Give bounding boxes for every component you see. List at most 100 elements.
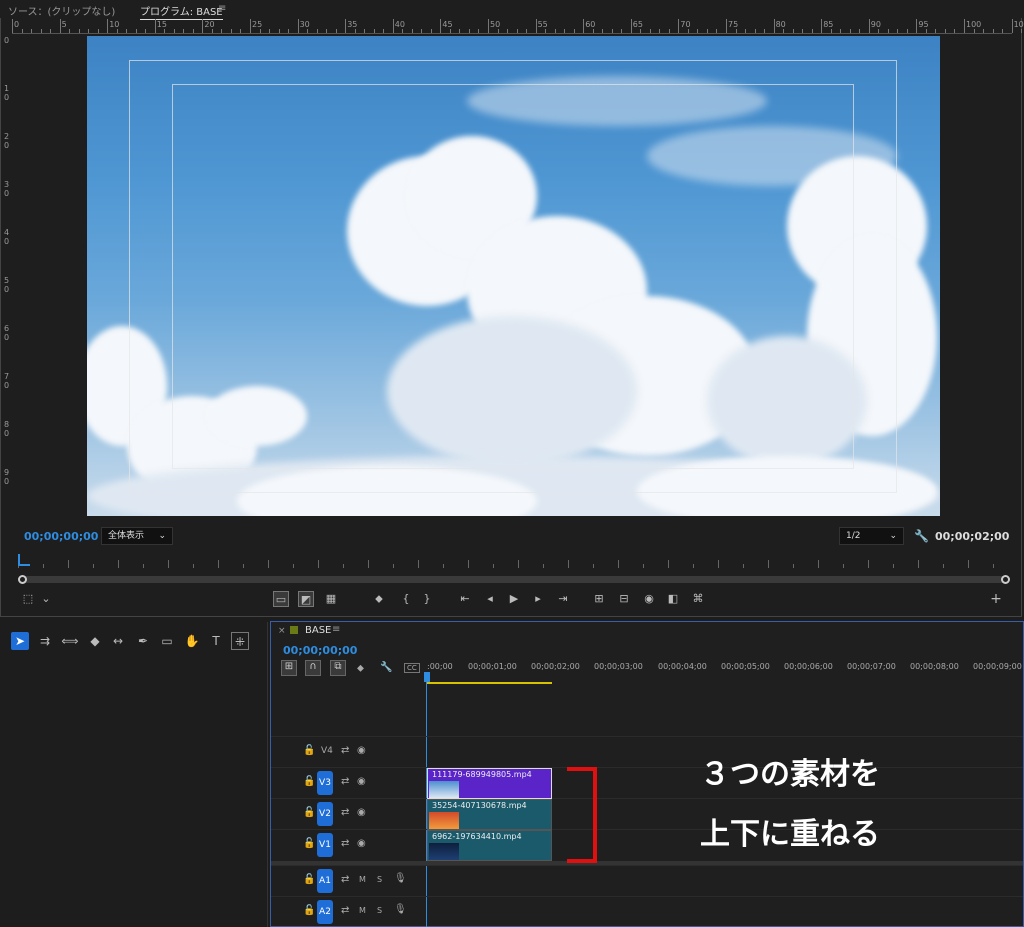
wrench-icon[interactable]: 🔧 <box>380 662 392 673</box>
ruler-tick <box>468 560 469 568</box>
track-label[interactable]: V1 <box>317 833 333 857</box>
mark-out-icon[interactable]: } <box>419 591 435 607</box>
timeline-ruler[interactable]: :00;00 00;00;01;00 00;00;02;00 00;00;03;… <box>427 662 1023 686</box>
step-forward-icon[interactable]: ▸ <box>530 591 546 607</box>
ruler-tick <box>992 29 994 33</box>
ruler-tick <box>118 560 119 568</box>
step-back-icon[interactable]: ◂ <box>482 591 498 607</box>
lock-icon[interactable]: 🔓 <box>303 807 315 818</box>
eye-icon[interactable]: ◉ <box>357 745 366 756</box>
hand-tool-icon[interactable]: ✋ <box>183 632 201 650</box>
rectangle-tool-icon[interactable]: ▭ <box>158 632 176 650</box>
go-to-out-icon[interactable]: ⇥ <box>555 591 571 607</box>
mark-in-icon[interactable]: { <box>398 591 414 607</box>
track-label[interactable]: A1 <box>317 869 333 893</box>
ruler-tick <box>343 564 344 568</box>
snap-icon[interactable]: ∩ <box>305 660 321 676</box>
lift-icon[interactable]: ⊞ <box>591 591 607 607</box>
timeline-timecode[interactable]: 00;00;00;00 <box>283 644 357 657</box>
microphone-icon[interactable]: 🎙 <box>394 873 407 884</box>
playhead-timecode[interactable]: 00;00;00;00 <box>24 530 98 543</box>
ruler-tick <box>611 29 613 33</box>
play-icon[interactable]: ▶ <box>506 591 522 607</box>
linked-selection-icon[interactable]: ⧉ <box>330 660 346 676</box>
monitor-time-ruler[interactable] <box>18 554 1013 568</box>
lock-icon[interactable]: 🔓 <box>303 745 315 756</box>
remix-tool-icon[interactable]: ⁜ <box>231 632 249 650</box>
lock-icon[interactable]: 🔓 <box>303 874 315 885</box>
ruler-tick <box>478 29 480 33</box>
ruler-label: 6 0 <box>4 324 10 342</box>
selection-tool-icon[interactable]: ➤ <box>11 632 29 650</box>
eye-icon[interactable]: ◉ <box>357 838 366 849</box>
ruler-tick <box>993 564 994 568</box>
slip-tool-icon[interactable]: ↔ <box>109 632 127 650</box>
panel-menu-icon[interactable]: ≡ <box>218 3 226 14</box>
sync-icon[interactable]: ⇄ <box>341 776 349 787</box>
vr-icon[interactable]: ⌘ <box>690 591 706 607</box>
zoom-scrollbar[interactable] <box>18 576 1008 583</box>
solo-button[interactable]: S <box>377 906 382 915</box>
sync-icon[interactable]: ⇄ <box>341 807 349 818</box>
ruler-label: 90 <box>870 20 881 29</box>
lock-icon[interactable]: 🔓 <box>303 905 315 916</box>
scrollbar-left-handle[interactable] <box>18 575 27 584</box>
ruler-label: 30 <box>299 20 310 29</box>
razor-tool-icon[interactable]: ◆ <box>86 632 104 650</box>
work-area-bar[interactable] <box>427 682 552 684</box>
video-clip-v3[interactable]: 111179-689949805.mp4 <box>427 768 552 799</box>
ruler-tick <box>818 560 819 568</box>
add-marker-icon[interactable]: ⬥ <box>357 663 364 674</box>
overlay-icon[interactable]: ◧ <box>665 591 681 607</box>
eye-icon[interactable]: ◉ <box>357 776 366 787</box>
track-label[interactable]: V4 <box>321 746 333 756</box>
track-select-tool-icon[interactable]: ⇉ <box>36 632 54 650</box>
chevron-down-icon[interactable]: ⌄ <box>38 591 54 607</box>
ruler-tick <box>202 19 204 33</box>
ruler-tick <box>668 29 670 33</box>
safe-margins-button[interactable]: ▭ <box>273 591 289 607</box>
add-marker-icon[interactable]: ⬥ <box>371 591 387 607</box>
sync-icon[interactable]: ⇄ <box>341 838 349 849</box>
panel-menu-icon[interactable]: ≡ <box>332 624 340 635</box>
camera-icon[interactable]: ◉ <box>641 591 657 607</box>
wrench-icon[interactable]: 🔧 <box>914 529 929 543</box>
go-to-in-icon[interactable]: ⇤ <box>457 591 473 607</box>
playhead-marker[interactable] <box>424 672 430 682</box>
mute-button[interactable]: M <box>359 906 366 915</box>
video-clip-v1[interactable]: 6962-197634410.mp4 <box>427 830 552 861</box>
resolution-dropdown[interactable]: 1/2 ⌄ <box>839 527 904 545</box>
ruler-label: 60 <box>585 20 596 29</box>
annotation-line-1: ３つの素材を <box>700 757 880 792</box>
ruler-tick <box>859 29 861 33</box>
track-label[interactable]: V3 <box>317 771 333 795</box>
ripple-edit-tool-icon[interactable]: ⟺ <box>61 632 79 650</box>
comparison-view-button[interactable]: ◩ <box>298 591 314 607</box>
track-label[interactable]: A2 <box>317 900 333 924</box>
scrollbar-right-handle[interactable] <box>1001 575 1010 584</box>
export-frame-icon[interactable]: ▦ <box>323 591 339 607</box>
sync-icon[interactable]: ⇄ <box>341 874 349 885</box>
track-label[interactable]: V2 <box>317 802 333 826</box>
extract-icon[interactable]: ⊟ <box>616 591 632 607</box>
sync-icon[interactable]: ⇄ <box>341 905 349 916</box>
ruler-tick <box>402 29 404 33</box>
sync-icon[interactable]: ⇄ <box>341 745 349 756</box>
type-tool-icon[interactable]: T <box>207 632 225 650</box>
source-tab[interactable]: ソース：(クリップなし) <box>8 3 115 18</box>
lock-icon[interactable]: 🔓 <box>303 776 315 787</box>
captions-icon[interactable]: CC <box>404 663 420 673</box>
mute-button[interactable]: M <box>359 875 366 884</box>
zoom-dropdown[interactable]: 全体表示 ⌄ <box>101 527 173 545</box>
video-clip-v2[interactable]: 35254-407130678.mp4 <box>427 799 552 830</box>
settings-icon[interactable]: ⬚ <box>20 591 36 607</box>
solo-button[interactable]: S <box>377 875 382 884</box>
close-icon[interactable]: × <box>278 626 286 636</box>
add-button-icon[interactable]: + <box>988 591 1004 607</box>
lock-icon[interactable]: 🔓 <box>303 838 315 849</box>
eye-icon[interactable]: ◉ <box>357 807 366 818</box>
pen-tool-icon[interactable]: ✒ <box>134 632 152 650</box>
sequence-tab[interactable]: BASE <box>305 625 331 636</box>
microphone-icon[interactable]: 🎙 <box>394 904 407 915</box>
nest-icon[interactable]: ⊞ <box>281 660 297 676</box>
